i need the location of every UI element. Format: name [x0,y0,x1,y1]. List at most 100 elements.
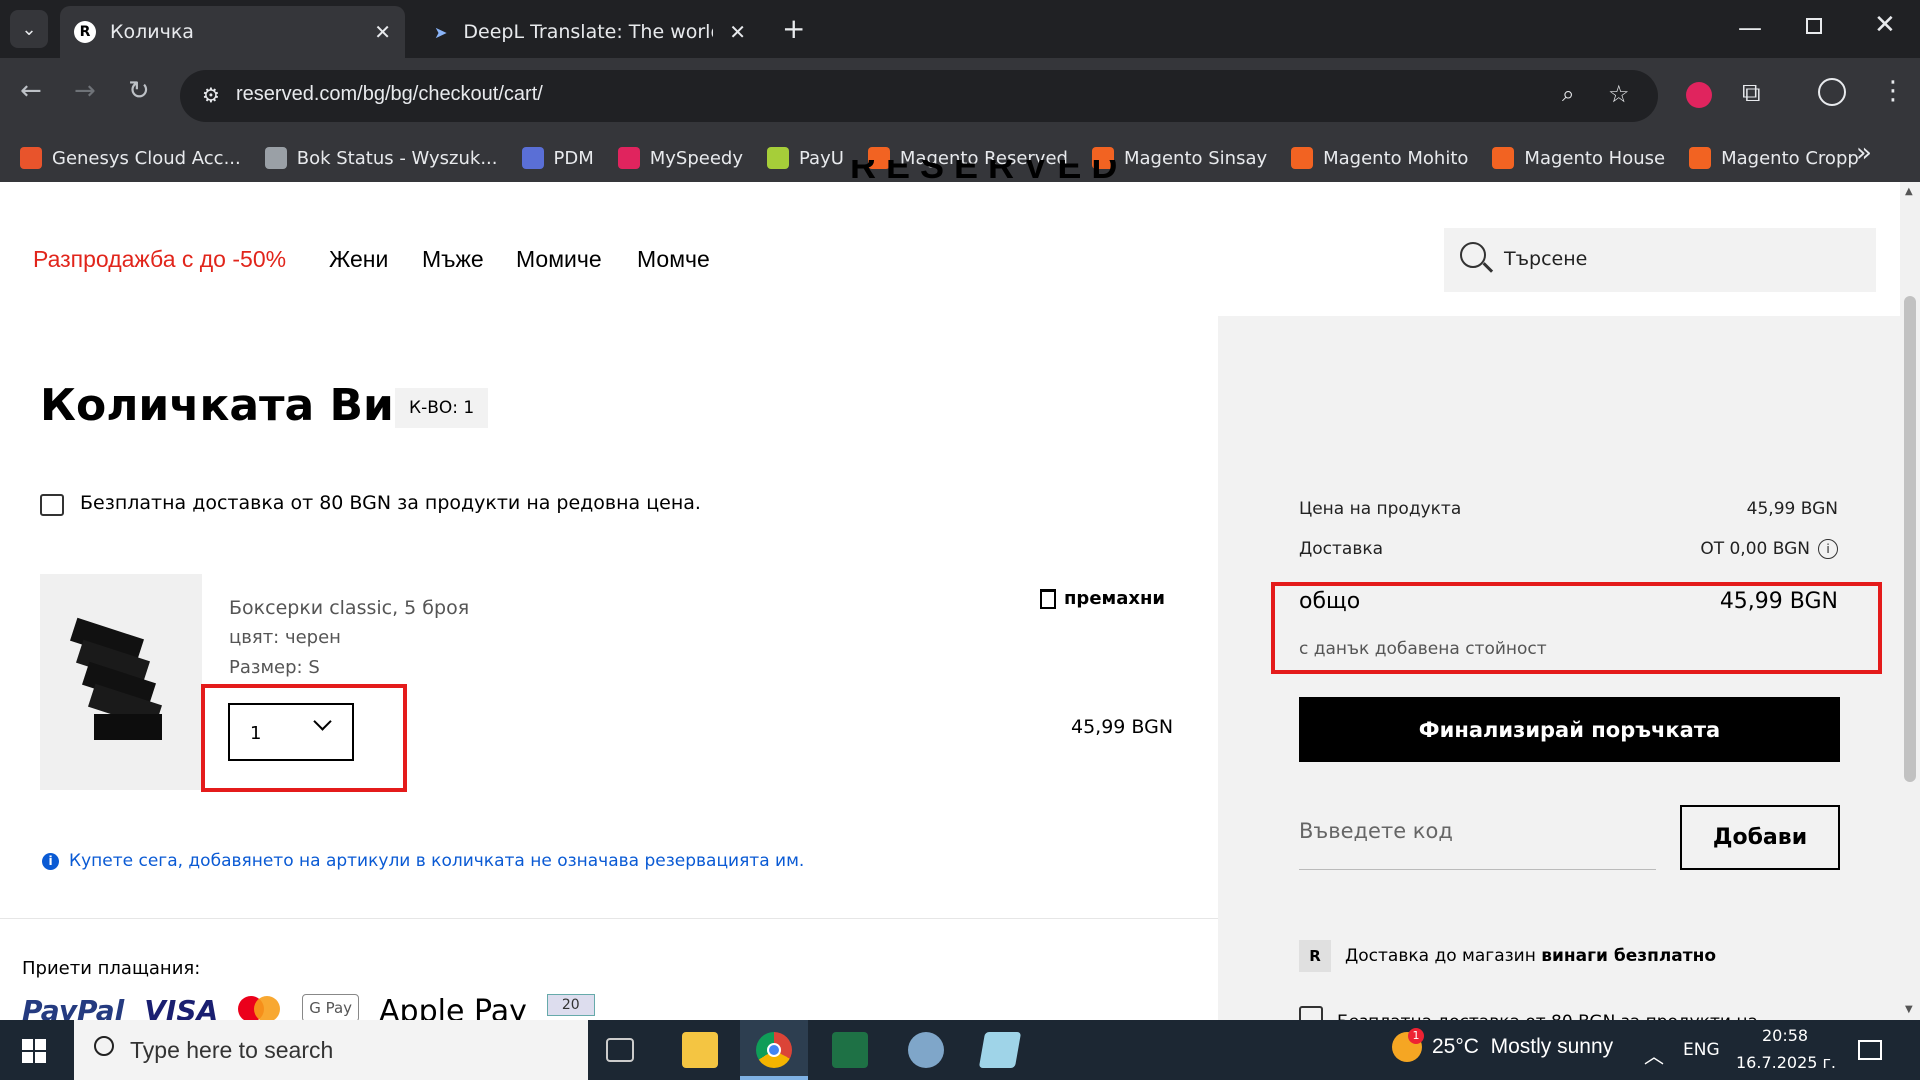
excel-icon[interactable] [832,1032,868,1068]
paint-icon[interactable] [908,1032,944,1068]
product-price-value: 45,99 BGN [1746,499,1838,519]
close-window-icon[interactable]: ✕ [1874,10,1896,40]
boxer-pile [70,617,162,740]
nav-boy[interactable]: Момче [637,246,710,273]
menu-icon[interactable]: ⋮ [1880,76,1906,106]
bookmark-label: Magento Cropp [1721,147,1859,169]
bookmark-label: PayU [799,147,844,169]
delivery-label: Доставка [1299,539,1384,559]
page-scrollbar[interactable]: ▲ ▼ [1900,182,1920,1020]
bookmark-item[interactable]: Magento House [1492,147,1665,169]
nav-sale[interactable]: Разпродажба с до -50% [33,246,286,273]
weather-badge: 1 [1408,1028,1424,1044]
taskbar-search-input[interactable]: Type here to search [74,1020,588,1080]
product-price-label: Цена на продукта [1299,499,1462,519]
highlight-box-quantity [201,684,407,792]
restore-icon[interactable] [1806,18,1822,34]
applepay-logo: Apple Pay [379,994,527,1020]
checkout-button[interactable]: Финализирай поръчката [1299,697,1840,762]
tab-search-button[interactable]: ⌄ [10,10,48,48]
bookmark-item[interactable]: Bok Status - Wyszuk... [264,147,498,169]
profile-icon[interactable] [1818,78,1846,106]
close-tab-icon[interactable]: ✕ [374,20,391,44]
back-icon[interactable]: ← [20,76,42,106]
close-tab-icon[interactable]: ✕ [729,20,746,44]
extension-icon[interactable] [1686,82,1712,108]
tab-strip: ⌄ R Количка ✕ ➤ DeepL Translate: The wor… [0,0,1920,58]
bookmark-item[interactable]: Magento Cropp [1689,147,1859,169]
new-tab-icon[interactable]: + [782,12,805,45]
bookmark-favicon-icon [521,147,544,169]
windows-start-icon[interactable] [22,1039,46,1063]
weather-sun-icon: 1 [1392,1028,1424,1062]
minimize-icon[interactable]: — [1738,14,1762,42]
bookmark-favicon-icon [617,147,640,169]
add-code-button[interactable]: Добави [1680,805,1840,870]
scroll-thumb[interactable] [1904,296,1916,782]
clock-time[interactable]: 20:58 [1762,1026,1808,1045]
nav-women[interactable]: Жени [329,246,388,273]
remove-button[interactable]: премахни [1040,588,1165,609]
site-logo[interactable]: RESERVED [850,160,1127,190]
notifications-icon[interactable] [1858,1040,1882,1060]
paypal-logo: PayPal [22,994,125,1020]
bookmark-item[interactable]: Magento Mohito [1291,147,1468,169]
scroll-down-arrow-icon[interactable]: ▼ [1905,1004,1913,1015]
promo-code-input[interactable]: Въведете код [1299,805,1656,870]
bookmark-item[interactable]: Genesys Cloud Acc... [20,147,241,169]
info-circle-icon[interactable]: i [1818,539,1838,559]
puzzle-icon[interactable]: ⧉ [1742,78,1761,109]
bookmark-favicon-icon [20,147,42,169]
bookmark-label: Magento Mohito [1323,147,1469,169]
more-bookmarks-icon[interactable]: » [1856,138,1872,168]
weather-widget[interactable]: 1 25°C Mostly sunny [1392,1028,1614,1062]
remove-label: премахни [1064,588,1166,609]
scroll-up-arrow-icon[interactable]: ▲ [1905,186,1913,197]
trash-icon [1040,588,1056,609]
product-name[interactable]: Боксерки classic, 5 броя [229,597,469,619]
bookmark-favicon-icon [1291,147,1314,169]
file-explorer-icon[interactable] [682,1032,718,1068]
mastercard-logo [238,994,282,1020]
weather-text: 25°C Mostly sunny [1432,1035,1614,1058]
clock-date[interactable]: 16.7.2025 г. [1736,1053,1836,1072]
deepl-favicon-icon: ➤ [434,22,448,42]
tab-deepl[interactable]: ➤ DeepL Translate: The world's m ✕ [420,6,760,58]
bookmark-favicon-icon [1492,147,1515,169]
visa-logo: VISA [144,994,219,1020]
site-info-icon[interactable]: ⚙ [202,83,220,107]
bookmark-favicon-icon [767,147,790,169]
bookmark-item[interactable]: PayU [767,147,844,169]
product-image[interactable] [40,574,202,790]
reload-icon[interactable]: ↻ [128,76,150,106]
tab-cart[interactable]: R Количка ✕ [60,6,405,58]
payment-logos: PayPal VISA G Pay Apple Pay 20 [22,994,595,1020]
bookmark-star-icon[interactable]: ☆ [1608,80,1630,108]
task-view-icon[interactable] [606,1038,634,1062]
tab-label: DeepL Translate: The world's m [463,21,713,43]
store-delivery-text: Доставка до магазин [1345,946,1542,966]
bookmark-label: Genesys Cloud Acc... [52,147,241,169]
search-placeholder: Търсене [1504,248,1588,270]
url-text: reserved.com/bg/bg/checkout/cart/ [236,83,543,105]
active-indicator [740,1076,808,1080]
search-input[interactable]: Търсене [1444,228,1876,292]
bookmark-item[interactable]: PDM [521,147,594,169]
product-color: цвят: черен [229,627,341,648]
reserved-favicon-icon: R [74,21,96,43]
store-delivery-bold: винаги безплатно [1541,946,1717,966]
tray-chevron-icon[interactable]: ︿ [1644,1040,1664,1069]
bookmark-item[interactable]: MySpeedy [617,147,743,169]
zoom-icon[interactable]: ⌕ [1562,82,1574,107]
address-bar[interactable]: ⚙ reserved.com/bg/bg/checkout/cart/ ⌕ ☆ [180,70,1658,122]
free-delivery-cut-text: Безплатна доставка от 80 BGN за продукти… [1337,1006,1758,1020]
bookmark-label: PDM [553,147,594,169]
nav-girl[interactable]: Момиче [516,246,602,273]
language-indicator[interactable]: ENG [1683,1040,1720,1060]
notepad-icon[interactable] [978,1032,1022,1068]
chrome-taskbar-active[interactable] [740,1020,808,1080]
free-delivery-row-cut: Безплатна доставка от 80 BGN за продукти… [1299,1006,1758,1020]
nav-men[interactable]: Мъже [422,246,484,273]
forward-icon[interactable]: → [74,76,96,106]
promo-placeholder: Въведете код [1299,819,1453,843]
